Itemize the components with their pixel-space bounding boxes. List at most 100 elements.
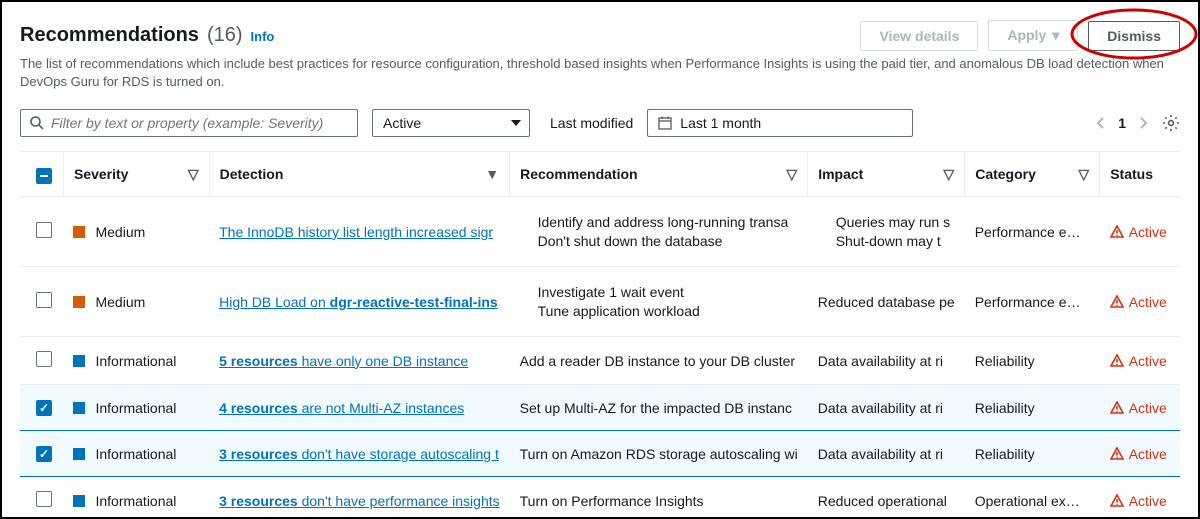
severity-cell: Informational xyxy=(73,353,199,369)
status-label: Active xyxy=(1129,224,1167,240)
dismiss-button[interactable]: Dismiss xyxy=(1088,21,1180,51)
recommendations-count: (16) xyxy=(207,24,243,47)
warning-icon xyxy=(1110,494,1124,508)
severity-cell: Informational xyxy=(73,400,199,416)
warning-icon xyxy=(1110,447,1124,461)
sort-icon[interactable]: ▽ xyxy=(1078,166,1089,183)
severity-cell: Medium xyxy=(73,224,199,240)
row-checkbox[interactable] xyxy=(36,292,52,308)
impact-item: Queries may run s xyxy=(836,214,955,230)
col-recommendation[interactable]: Recommendation xyxy=(520,166,637,182)
status-label: Active xyxy=(1129,446,1167,462)
recommendation-text: Set up Multi-AZ for the impacted DB inst… xyxy=(510,385,808,431)
date-range-select[interactable]: Last 1 month xyxy=(647,109,913,137)
status-filter-select[interactable]: Active xyxy=(372,109,530,137)
severity-indicator-icon xyxy=(73,448,85,460)
prev-page-icon[interactable] xyxy=(1096,116,1106,130)
category-text: Performance e… xyxy=(965,267,1100,337)
impact-text: Data availability at ri xyxy=(808,385,965,431)
recommendation-text: Add a reader DB instance to your DB clus… xyxy=(510,337,808,385)
severity-cell: Medium xyxy=(73,294,199,310)
category-text: Performance e… xyxy=(965,197,1100,267)
impact-list: Queries may run s Shut-down may t xyxy=(818,214,955,249)
detection-link[interactable]: 3 resources don't have performance insig… xyxy=(219,493,500,509)
calendar-icon xyxy=(658,116,672,130)
detection-link[interactable]: The InnoDB history list length increased… xyxy=(219,224,493,240)
status-label: Active xyxy=(1129,353,1167,369)
severity-cell: Informational xyxy=(73,446,199,462)
status-label: Active xyxy=(1129,493,1167,509)
recommendation-item: Tune application workload xyxy=(538,303,798,319)
table-row: Informational 3 resources don't have stor… xyxy=(20,431,1180,477)
category-text: Operational ex… xyxy=(965,477,1100,519)
detection-link[interactable]: 4 resources are not Multi-AZ instances xyxy=(219,400,464,416)
severity-indicator-icon xyxy=(73,495,85,507)
sort-icon[interactable]: ▽ xyxy=(188,166,199,183)
recommendation-list: Investigate 1 wait event Tune application… xyxy=(520,284,798,319)
severity-label: Informational xyxy=(95,353,176,369)
sort-icon[interactable]: ▽ xyxy=(943,166,954,183)
col-category[interactable]: Category xyxy=(975,166,1036,182)
date-range-value: Last 1 month xyxy=(680,115,761,131)
next-page-icon[interactable] xyxy=(1138,116,1148,130)
impact-text: Data availability at ri xyxy=(808,431,965,477)
warning-icon xyxy=(1110,354,1124,368)
status-label: Active xyxy=(1129,400,1167,416)
apply-button[interactable]: Apply▾ xyxy=(988,20,1078,51)
status-cell: Active xyxy=(1110,400,1170,416)
col-detection[interactable]: Detection xyxy=(220,166,284,182)
row-checkbox[interactable] xyxy=(36,491,52,507)
settings-gear-icon[interactable] xyxy=(1162,114,1180,132)
detection-link[interactable]: High DB Load on dgr-reactive-test-final-… xyxy=(219,294,498,310)
status-cell: Active xyxy=(1110,353,1170,369)
row-checkbox[interactable] xyxy=(36,222,52,238)
detection-link[interactable]: 3 resources don't have storage autoscali… xyxy=(219,446,499,462)
warning-icon xyxy=(1110,401,1124,415)
status-cell: Active xyxy=(1110,446,1170,462)
status-cell: Active xyxy=(1110,224,1170,240)
recommendation-item: Investigate 1 wait event xyxy=(538,284,798,300)
severity-indicator-icon xyxy=(73,296,85,308)
recommendation-item: Don't shut down the database xyxy=(538,233,798,249)
page-number: 1 xyxy=(1118,115,1126,131)
table-row: Informational 3 resources don't have perf… xyxy=(20,477,1180,519)
sort-icon[interactable]: ▽ xyxy=(786,166,797,183)
severity-indicator-icon xyxy=(73,226,85,238)
recommendation-text: Turn on Performance Insights xyxy=(510,477,808,519)
info-link[interactable]: Info xyxy=(251,29,275,44)
severity-label: Informational xyxy=(95,493,176,509)
warning-icon xyxy=(1110,225,1124,239)
filter-input[interactable] xyxy=(51,115,349,131)
row-checkbox[interactable] xyxy=(36,351,52,367)
impact-text: Reduced operational xyxy=(808,477,965,519)
severity-label: Informational xyxy=(95,446,176,462)
row-checkbox[interactable] xyxy=(36,400,52,416)
sort-active-icon[interactable]: ▼ xyxy=(485,166,499,182)
severity-indicator-icon xyxy=(73,402,85,414)
col-impact[interactable]: Impact xyxy=(818,166,863,182)
page-title: Recommendations xyxy=(20,24,199,47)
col-status[interactable]: Status xyxy=(1110,166,1153,182)
recommendations-table: Severity ▽ Detection ▼ Recommendation ▽ Imp… xyxy=(20,151,1180,519)
table-row: Medium The InnoDB history list length inc… xyxy=(20,197,1180,267)
filter-input-wrapper[interactable] xyxy=(20,109,358,137)
status-label: Active xyxy=(1129,294,1167,310)
select-all-checkbox[interactable] xyxy=(36,168,52,184)
detection-link[interactable]: 5 resources have only one DB instance xyxy=(219,353,468,369)
col-severity[interactable]: Severity xyxy=(74,166,128,182)
search-icon xyxy=(29,115,45,131)
warning-icon xyxy=(1110,295,1124,309)
category-text: Reliability xyxy=(965,431,1100,477)
category-text: Reliability xyxy=(965,385,1100,431)
severity-indicator-icon xyxy=(73,355,85,367)
view-details-button[interactable]: View details xyxy=(860,21,978,51)
category-text: Reliability xyxy=(965,337,1100,385)
row-checkbox[interactable] xyxy=(36,446,52,462)
severity-label: Medium xyxy=(95,294,145,310)
severity-label: Medium xyxy=(95,224,145,240)
severity-label: Informational xyxy=(95,400,176,416)
recommendation-list: Identify and address long-running transa… xyxy=(520,214,798,249)
recommendation-item: Identify and address long-running transa xyxy=(538,214,798,230)
impact-item: Shut-down may t xyxy=(836,233,955,249)
severity-cell: Informational xyxy=(73,493,199,509)
